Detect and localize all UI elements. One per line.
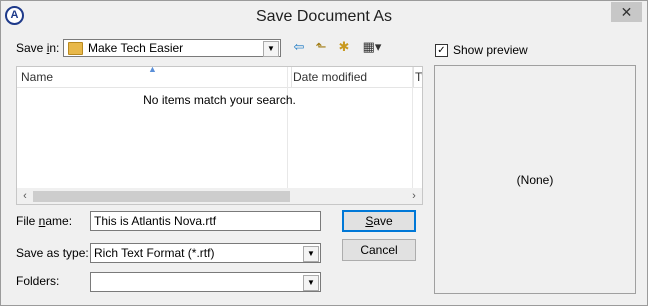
dialog-title: Save Document As (255, 8, 393, 25)
save-as-type-value: Rich Text Format (*.rtf) (94, 246, 215, 260)
save-button[interactable]: Save (342, 210, 416, 232)
chevron-down-icon: ▼ (263, 41, 279, 57)
scrollbar-thumb[interactable] (33, 191, 290, 202)
back-arrow-icon[interactable]: ⇦ (290, 39, 308, 55)
view-menu-icon[interactable]: ▦▾ (358, 39, 386, 55)
folders-label: Folders: (16, 274, 60, 288)
save-in-dropdown[interactable]: Make Tech Easier ▼ (63, 39, 281, 57)
scroll-left-icon[interactable]: ‹ (17, 188, 33, 204)
horizontal-scrollbar[interactable]: ‹ › (17, 188, 422, 204)
sort-ascending-icon: ▲ (148, 66, 157, 74)
save-in-label: Save in: (16, 41, 60, 55)
file-list[interactable]: Name ▲ Date modified Ty No items match y… (16, 66, 423, 205)
up-folder-icon[interactable]: ⬑ (312, 39, 330, 55)
header-divider (17, 87, 422, 88)
file-name-label: File name: (16, 214, 73, 228)
preview-content: (None) (516, 173, 554, 187)
title-bar: A Save Document As ✕ (1, 1, 647, 33)
save-dialog: A Save Document As ✕ Save in: Make Tech … (0, 0, 648, 306)
file-name-input[interactable]: This is Atlantis Nova.rtf (90, 211, 321, 231)
folders-dropdown[interactable]: ▼ (90, 272, 321, 292)
scroll-right-icon[interactable]: › (406, 188, 422, 204)
column-header-type[interactable]: Ty (415, 67, 422, 87)
column-divider (412, 67, 413, 204)
preview-pane: (None) (434, 65, 636, 294)
folder-icon (68, 42, 83, 55)
show-preview-checkbox[interactable]: ✓ (435, 44, 448, 57)
column-header-date-modified[interactable]: Date modified (292, 67, 414, 87)
column-divider (287, 67, 288, 204)
close-button[interactable]: ✕ (611, 2, 642, 22)
save-in-value: Make Tech Easier (88, 41, 184, 55)
chevron-down-icon: ▼ (303, 246, 319, 262)
empty-list-message: No items match your search. (143, 93, 296, 107)
save-as-type-dropdown[interactable]: Rich Text Format (*.rtf) ▼ (90, 243, 321, 263)
save-as-type-label: Save as type: (16, 246, 89, 260)
show-preview-label: Show preview (453, 43, 528, 57)
new-folder-icon[interactable]: ✱ (335, 39, 353, 55)
chevron-down-icon: ▼ (303, 275, 319, 291)
cancel-button[interactable]: Cancel (342, 239, 416, 261)
